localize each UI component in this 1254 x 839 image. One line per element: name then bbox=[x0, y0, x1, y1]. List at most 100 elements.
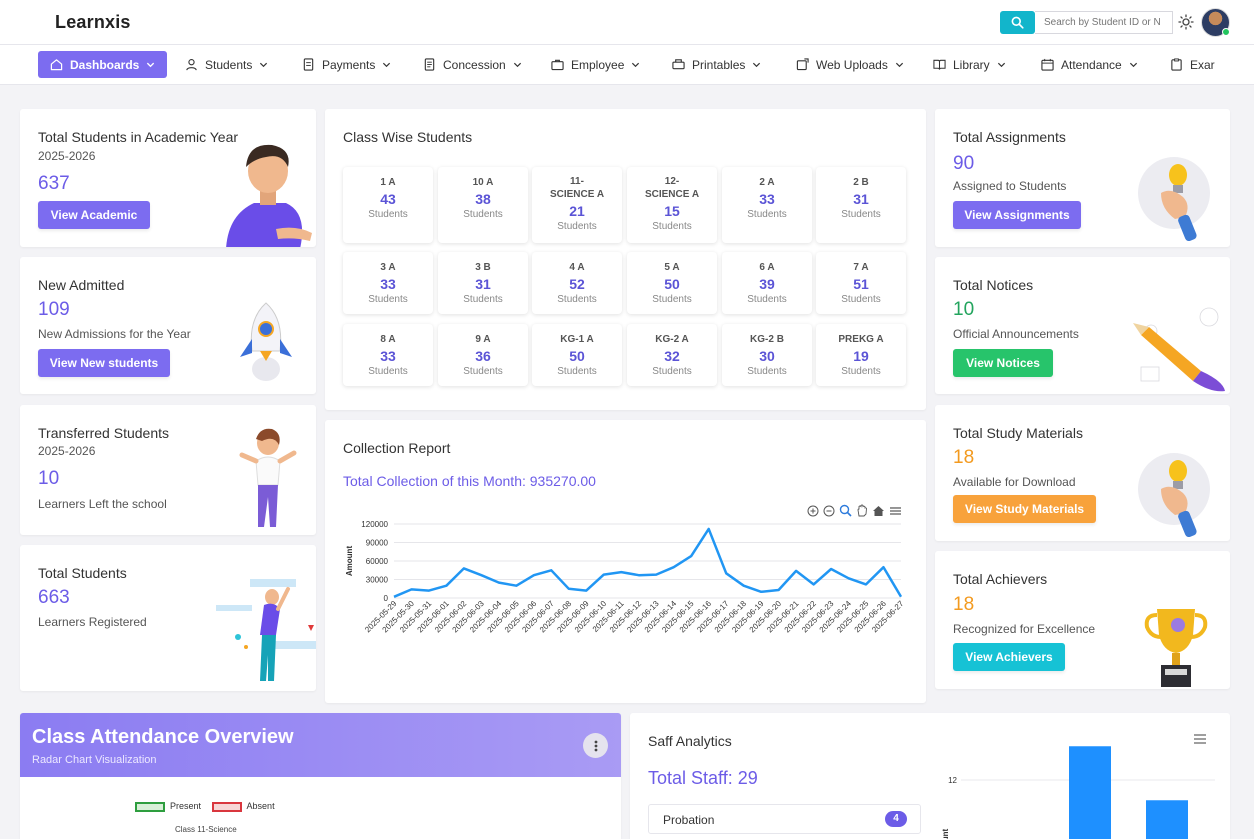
nav-label: Payments bbox=[322, 57, 376, 72]
search-icon bbox=[1011, 16, 1024, 29]
class-tile[interactable]: 4 A 52 Students bbox=[532, 252, 622, 314]
card-title: Transferred Students bbox=[38, 425, 169, 441]
attendance-legend: Present Absent bbox=[135, 801, 275, 812]
class-unit-label: Students bbox=[652, 221, 692, 232]
class-tile[interactable]: KG-1 A 50 Students bbox=[532, 324, 622, 386]
chevron-down-icon bbox=[997, 62, 1005, 68]
printer-icon bbox=[672, 59, 685, 70]
class-student-count: 39 bbox=[759, 276, 775, 292]
nav-item-library[interactable]: Library bbox=[933, 51, 1006, 78]
card-academic-students: Total Students in Academic Year 2025-202… bbox=[20, 109, 316, 247]
view-study-materials-button[interactable]: View Study Materials bbox=[953, 495, 1096, 523]
class-name: 5 A bbox=[664, 262, 680, 273]
view-assignments-button[interactable]: View Assignments bbox=[953, 201, 1081, 229]
nav-item-exams[interactable]: Exar bbox=[1170, 51, 1215, 78]
y-tick-label: 0 bbox=[384, 594, 389, 603]
card-title: Total Students in Academic Year bbox=[38, 129, 239, 145]
nav-item-students[interactable]: Students bbox=[185, 51, 268, 78]
staff-bar bbox=[1146, 800, 1188, 839]
y-tick-label: 12 bbox=[948, 776, 957, 785]
class-student-count: 31 bbox=[853, 191, 869, 207]
class-tile[interactable]: 8 A 33 Students bbox=[343, 324, 433, 386]
class-tile[interactable]: 7 A 51 Students bbox=[816, 252, 906, 314]
class-tile[interactable]: 1 A 43 Students bbox=[343, 167, 433, 243]
class-student-count: 33 bbox=[759, 191, 775, 207]
view-academic-button[interactable]: View Academic bbox=[38, 201, 150, 229]
chevron-down-icon bbox=[147, 62, 155, 68]
class-tile[interactable]: 9 A 36 Students bbox=[438, 324, 528, 386]
class-name: 3 A bbox=[380, 262, 396, 273]
class-unit-label: Students bbox=[747, 294, 787, 305]
class-tile[interactable]: KG-2 B 30 Students bbox=[722, 324, 812, 386]
class-unit-label: Students bbox=[557, 366, 597, 377]
class-tile[interactable]: 12- SCIENCE A 15 Students bbox=[627, 167, 717, 243]
class-name: 6 A bbox=[759, 262, 775, 273]
nav-item-attendance[interactable]: Attendance bbox=[1041, 51, 1138, 78]
card-class-attendance: Class Attendance Overview Radar Chart Vi… bbox=[20, 713, 621, 839]
document-icon bbox=[424, 58, 435, 71]
class-tile[interactable]: KG-2 A 32 Students bbox=[627, 324, 717, 386]
class-name: 8 A bbox=[380, 334, 396, 345]
main-nav: Dashboards Students Payments Concession … bbox=[0, 45, 1254, 85]
rocket-illustration bbox=[240, 302, 292, 381]
class-name: 9 A bbox=[475, 334, 491, 345]
nav-item-concession[interactable]: Concession bbox=[423, 51, 522, 78]
chevron-down-icon bbox=[383, 62, 391, 68]
card-new-admitted: New Admitted 109 New Admissions for the … bbox=[20, 257, 316, 394]
class-tile[interactable]: PREKG A 19 Students bbox=[816, 324, 906, 386]
class-tile[interactable]: 3 B 31 Students bbox=[438, 252, 528, 314]
nav-item-payments[interactable]: Payments bbox=[302, 51, 391, 78]
class-unit-label: Students bbox=[841, 209, 881, 220]
chevron-down-icon bbox=[895, 62, 903, 68]
legend-present-swatch bbox=[135, 801, 165, 812]
app-brand[interactable]: Learnxis bbox=[55, 12, 131, 33]
y-tick-label: 90000 bbox=[366, 539, 389, 548]
collection-line-chart: 0300006000090000120000Amount2025-05-2920… bbox=[345, 520, 906, 634]
search-input[interactable] bbox=[1035, 11, 1173, 34]
class-unit-label: Students bbox=[368, 294, 408, 305]
chevron-down-icon bbox=[632, 62, 640, 68]
view-new-students-button[interactable]: View New students bbox=[38, 349, 170, 377]
class-name: 11- bbox=[570, 176, 584, 187]
nav-item-employee[interactable]: Employee bbox=[551, 51, 640, 78]
card-study-materials: Total Study Materials 18 Available for D… bbox=[935, 405, 1230, 541]
total-students-count: 663 bbox=[38, 587, 70, 608]
card-class-wise-students: Class Wise Students 1 A 43 Students 10 A 38 S… bbox=[325, 109, 926, 410]
nav-label: Printables bbox=[692, 57, 746, 72]
chevron-down-icon bbox=[260, 62, 268, 68]
class-name: KG-2 B bbox=[750, 334, 784, 345]
pencil-rocket-illustration bbox=[1133, 307, 1225, 392]
class-student-count: 50 bbox=[664, 276, 680, 292]
nav-label: Concession bbox=[443, 57, 506, 72]
class-tile[interactable]: 3 A 33 Students bbox=[343, 252, 433, 314]
class-wise-title: Class Wise Students bbox=[343, 129, 473, 145]
class-student-count: 52 bbox=[569, 276, 585, 292]
view-notices-button[interactable]: View Notices bbox=[953, 349, 1053, 377]
staff-total: Total Staff: 29 bbox=[648, 768, 758, 788]
class-tile[interactable]: 5 A 50 Students bbox=[627, 252, 717, 314]
class-tile[interactable]: 2 B 31 Students bbox=[816, 167, 906, 243]
view-achievers-button[interactable]: View Achievers bbox=[953, 643, 1065, 671]
more-options-button[interactable] bbox=[583, 733, 608, 758]
class-tile[interactable]: 2 A 33 Students bbox=[722, 167, 812, 243]
card-total-assignments: Total Assignments 90 Assigned to Student… bbox=[935, 109, 1230, 247]
user-avatar[interactable] bbox=[1201, 8, 1230, 37]
class-unit-label: Students bbox=[557, 221, 597, 232]
class-unit-label: Students bbox=[368, 209, 408, 220]
collection-title: Collection Report bbox=[343, 440, 451, 456]
nav-item-web-uploads[interactable]: Web Uploads bbox=[796, 51, 904, 78]
sun-icon[interactable] bbox=[1178, 14, 1194, 30]
class-name: 4 A bbox=[569, 262, 585, 273]
chevron-down-icon bbox=[753, 62, 761, 68]
briefcase-icon bbox=[551, 59, 564, 71]
nav-item-dashboards[interactable]: Dashboards bbox=[38, 51, 168, 78]
nav-label: Web Uploads bbox=[816, 57, 888, 72]
class-tile[interactable]: 10 A 38 Students bbox=[438, 167, 528, 243]
search-button[interactable] bbox=[1000, 11, 1035, 34]
class-student-count: 19 bbox=[853, 348, 869, 364]
class-tile[interactable]: 11- SCIENCE A 21 Students bbox=[532, 167, 622, 243]
nav-label: Students bbox=[205, 57, 253, 72]
nav-item-printables[interactable]: Printables bbox=[672, 51, 761, 78]
class-tile[interactable]: 6 A 39 Students bbox=[722, 252, 812, 314]
staff-status-row[interactable]: Probation 4 bbox=[648, 804, 921, 834]
